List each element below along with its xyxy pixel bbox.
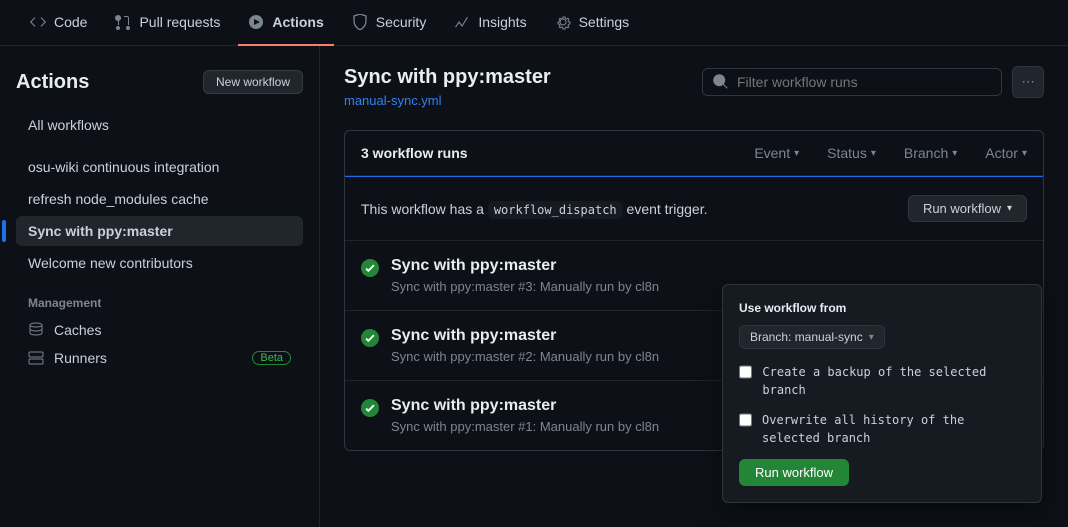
run-subtitle: Sync with ppy:master #2: Manually run by… [391,349,659,364]
graph-icon [454,14,470,30]
tab-insights[interactable]: Insights [444,0,536,46]
shield-icon [352,14,368,30]
sidebar: Actions New workflow All workflows osu-w… [0,46,320,527]
tab-insights-label: Insights [478,14,526,30]
caret-down-icon: ▾ [794,148,799,159]
beta-badge: Beta [252,351,291,365]
filter-runs-search[interactable] [702,68,1002,96]
tab-security[interactable]: Security [342,0,437,46]
tab-settings-label: Settings [579,14,630,30]
filter-branch[interactable]: Branch▾ [904,145,957,161]
main-content: Sync with ppy:master manual-sync.yml ⋯ 3… [320,46,1068,527]
run-workflow-popover: Use workflow from Branch: manual-sync ▾ … [722,284,1042,503]
check-circle-icon [361,329,379,347]
popover-use-from-label: Use workflow from [739,301,1025,315]
filter-runs-input[interactable] [737,74,991,90]
run-subtitle: Sync with ppy:master #1: Manually run by… [391,419,659,434]
tab-actions[interactable]: Actions [238,0,333,46]
repo-nav: Code Pull requests Actions Security Insi… [0,0,1068,46]
sidebar-workflow-item[interactable]: osu-wiki continuous integration [16,152,303,182]
caret-down-icon: ▾ [1022,148,1027,159]
caret-down-icon: ▾ [869,332,874,343]
sidebar-caches[interactable]: Caches [16,316,303,344]
kebab-icon: ⋯ [1021,74,1034,90]
sidebar-workflow-item[interactable]: Sync with ppy:master [16,216,303,246]
tab-security-label: Security [376,14,427,30]
sidebar-caches-label: Caches [54,322,101,338]
tab-pulls-label: Pull requests [139,14,220,30]
gear-icon [555,14,571,30]
sidebar-runners[interactable]: Runners Beta [16,344,303,372]
run-title: Sync with ppy:master [391,397,659,415]
check-circle-icon [361,399,379,417]
sidebar-management-label: Management [16,280,303,316]
check-circle-icon [361,259,379,277]
run-title: Sync with ppy:master [391,327,659,345]
workflow-title: Sync with ppy:master [344,66,551,89]
backup-label: Create a backup of the selected branch [762,363,1025,399]
play-icon [248,14,264,30]
run-workflow-dropdown-button[interactable]: Run workflow ▾ [908,195,1027,222]
workflow-dispatch-banner: This workflow has a workflow_dispatch ev… [345,176,1043,241]
tab-settings[interactable]: Settings [545,0,640,46]
sidebar-runners-label: Runners [54,350,107,366]
branch-selector[interactable]: Branch: manual-sync ▾ [739,325,885,349]
overwrite-label: Overwrite all history of the selected br… [762,411,1025,447]
new-workflow-button[interactable]: New workflow [203,70,303,94]
sidebar-workflow-item[interactable]: Welcome new contributors [16,248,303,278]
database-icon [28,322,44,338]
backup-checkbox[interactable] [739,365,752,379]
run-subtitle: Sync with ppy:master #3: Manually run by… [391,279,659,294]
workflow-file-link[interactable]: manual-sync.yml [344,93,551,108]
filter-actor[interactable]: Actor▾ [985,145,1027,161]
server-icon [28,350,44,366]
caret-down-icon: ▾ [871,148,876,159]
tab-actions-label: Actions [272,14,323,30]
run-workflow-submit-button[interactable]: Run workflow [739,459,849,486]
tab-code[interactable]: Code [20,0,97,46]
run-title: Sync with ppy:master [391,257,659,275]
search-icon [713,74,729,90]
caret-down-icon: ▾ [952,148,957,159]
caret-down-icon: ▾ [1007,203,1012,214]
sidebar-workflow-item[interactable]: refresh node_modules cache [16,184,303,214]
filter-event[interactable]: Event▾ [754,145,799,161]
sidebar-title: Actions [16,71,89,94]
git-pull-request-icon [115,14,131,30]
workflow-menu-button[interactable]: ⋯ [1012,66,1044,98]
tab-pull-requests[interactable]: Pull requests [105,0,230,46]
sidebar-all-workflows[interactable]: All workflows [16,110,303,140]
code-icon [30,14,46,30]
runs-count: 3 workflow runs [361,145,468,161]
filter-status[interactable]: Status▾ [827,145,876,161]
tab-code-label: Code [54,14,87,30]
code-chip: workflow_dispatch [488,201,623,219]
overwrite-checkbox[interactable] [739,413,752,427]
